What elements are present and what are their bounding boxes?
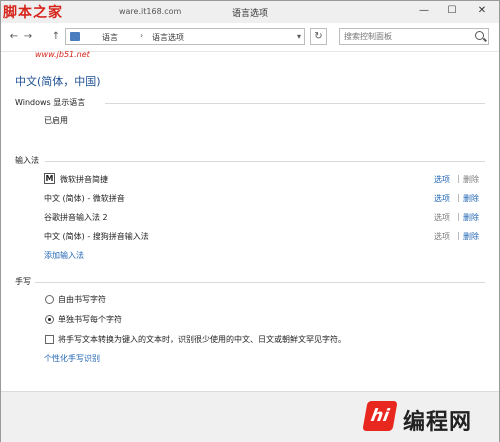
- input-methods-header: 输入法: [15, 156, 39, 165]
- handwriting-header: 手写: [15, 277, 31, 286]
- maximize-button[interactable]: ☐: [439, 1, 465, 21]
- radio-free-writing-label: 自由书写字符: [58, 295, 106, 304]
- site-logo: hi 编程网: [362, 398, 491, 436]
- radio-single-character[interactable]: [45, 315, 54, 324]
- options-link[interactable]: 选项: [434, 193, 450, 204]
- breadcrumb[interactable]: 语言 › 语言选项 ▾: [65, 28, 305, 45]
- page-title: 中文(简体，中国): [15, 75, 101, 88]
- input-method-label: 谷歌拼音输入法 2: [44, 213, 108, 222]
- refresh-button[interactable]: ↻: [310, 28, 327, 45]
- options-link[interactable]: 选项: [434, 231, 450, 242]
- logo-text: 编程网: [403, 410, 473, 435]
- language-options-window: 脚本之家 ware.it168.com 语言选项 — ☐ ✕ ← → ↑ 语言 …: [0, 0, 500, 442]
- radio-free-writing[interactable]: [45, 295, 54, 304]
- add-input-method-link[interactable]: 添加输入法: [44, 250, 84, 261]
- close-button[interactable]: ✕: [467, 1, 497, 21]
- section-divider: [45, 161, 485, 162]
- rare-characters-checkbox[interactable]: [45, 335, 54, 344]
- remove-link[interactable]: 删除: [463, 174, 479, 185]
- footer-bar: hi 编程网: [1, 391, 499, 442]
- radio-single-character-label: 单独书写每个字符: [58, 315, 122, 324]
- back-arrow-icon[interactable]: ←: [7, 30, 21, 44]
- separator: |: [457, 174, 460, 183]
- logo-mark-icon: hi: [362, 401, 398, 431]
- main-content: 中文(简体，中国) Windows 显示语言 已启用 输入法 M 微软拼音简捷 …: [1, 51, 499, 391]
- m-keyboard-icon: M: [44, 173, 55, 184]
- personalize-handwriting-link[interactable]: 个性化手写识别: [44, 353, 100, 364]
- section-divider: [105, 103, 485, 104]
- options-link[interactable]: 选项: [434, 212, 450, 223]
- search-box: [339, 28, 489, 45]
- title-bar: 脚本之家 ware.it168.com 语言选项 — ☐ ✕: [1, 1, 499, 23]
- forward-arrow-icon[interactable]: →: [21, 30, 35, 44]
- up-arrow-icon[interactable]: ↑: [49, 30, 63, 44]
- breadcrumb-separator: ›: [140, 31, 144, 40]
- chevron-down-icon[interactable]: ▾: [297, 32, 301, 41]
- control-panel-icon: [70, 32, 80, 41]
- breadcrumb-language-options[interactable]: 语言选项: [152, 32, 184, 43]
- input-method-label: 微软拼音简捷: [60, 175, 108, 184]
- remove-link[interactable]: 删除: [463, 231, 479, 242]
- input-method-label: 中文 (简体) - 搜狗拼音输入法: [44, 232, 149, 241]
- logo-mark-text: hi: [369, 406, 391, 426]
- section-divider: [35, 282, 485, 283]
- display-language-status: 已启用: [44, 116, 68, 125]
- search-icon[interactable]: [475, 31, 484, 40]
- separator: |: [457, 212, 460, 221]
- remove-link[interactable]: 删除: [463, 212, 479, 223]
- rare-characters-checkbox-label: 将手写文本转换为键入的文本时，识别很少使用的中文、日文或朝鲜文罕见字符。: [58, 335, 346, 344]
- breadcrumb-language[interactable]: 语言: [102, 32, 118, 43]
- remove-link[interactable]: 删除: [463, 193, 479, 204]
- separator: |: [457, 231, 460, 240]
- address-bar: ← → ↑ 语言 › 语言选项 ▾ www.jb51.net ↻: [1, 23, 499, 59]
- display-language-header: Windows 显示语言: [15, 98, 86, 107]
- minimize-button[interactable]: —: [411, 1, 437, 21]
- input-method-label: 中文 (简体) - 微软拼音: [44, 194, 125, 203]
- options-link[interactable]: 选项: [434, 174, 450, 185]
- search-input[interactable]: [340, 29, 476, 44]
- separator: |: [457, 193, 460, 202]
